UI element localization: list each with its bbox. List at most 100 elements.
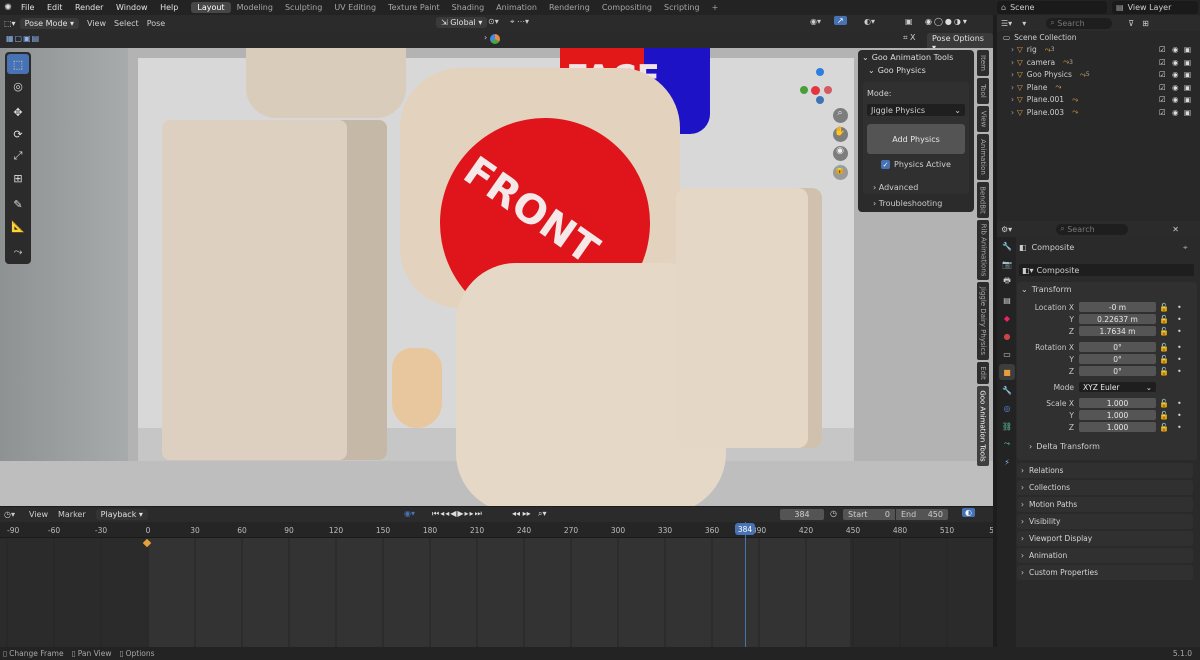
start-frame-field[interactable]: Start 0 bbox=[843, 509, 895, 520]
playback-controls[interactable]: ⏮◂◂◀▶▸▸⏭ bbox=[432, 509, 483, 519]
collection-tab-icon[interactable]: ▭ bbox=[999, 346, 1015, 362]
physics-active-checkbox[interactable]: ✓ Physics Active bbox=[881, 160, 951, 169]
scene-collection-row[interactable]: ▭ Scene Collection bbox=[997, 31, 1200, 44]
property-section[interactable]: › Visibility bbox=[1017, 514, 1193, 529]
select-mode-icons[interactable]: ▦▢▣▤ bbox=[6, 34, 40, 43]
outliner-row[interactable]: › ▽ Plane ⤳ ☑ ◉ ▣ bbox=[997, 81, 1200, 94]
eye-icon[interactable]: ◉ bbox=[1172, 108, 1179, 117]
timeline-editor-icon[interactable]: ◷▾ bbox=[4, 510, 15, 519]
lock-icon[interactable]: 🔓 bbox=[1159, 315, 1169, 324]
pin-icon[interactable]: ⌖ bbox=[1183, 243, 1188, 253]
eye-icon[interactable]: ◉ bbox=[1172, 95, 1179, 104]
lock-icon[interactable]: 🔓 bbox=[1159, 411, 1169, 420]
shading-modes[interactable]: ◉◯●◑▾ bbox=[925, 17, 969, 26]
pin-icon[interactable]: ⌗ X bbox=[903, 33, 916, 43]
menu-help[interactable]: Help bbox=[160, 3, 178, 12]
subpanel-header[interactable]: ⌄ Goo Physics bbox=[858, 64, 974, 77]
cursor-tool[interactable]: ◎ bbox=[7, 76, 29, 96]
gizmo-z-icon[interactable] bbox=[816, 68, 824, 76]
current-frame-field[interactable]: 384 bbox=[780, 509, 824, 520]
outliner-row[interactable]: › ▽ Goo Physics ⤳ 5 ☑ ◉ ▣ bbox=[997, 69, 1200, 82]
rotation-x-field[interactable]: 0° bbox=[1079, 342, 1156, 352]
menu-window[interactable]: Window bbox=[116, 3, 148, 12]
tab-bendbit[interactable]: BendBit bbox=[977, 182, 989, 218]
property-section[interactable]: › Collections bbox=[1017, 480, 1193, 495]
move-tool[interactable]: ✥ bbox=[7, 102, 29, 122]
camera-icon[interactable]: ◉ bbox=[832, 146, 848, 161]
checkbox-icon[interactable]: ☑ bbox=[1159, 95, 1166, 104]
rotation-mode-dropdown[interactable]: XYZ Euler ⌄ bbox=[1079, 382, 1156, 392]
menu-file[interactable]: File bbox=[21, 3, 34, 12]
transform-orientation-selector[interactable]: ⇲ Global ▾ bbox=[436, 17, 488, 28]
tool-tab-icon[interactable]: 🔧 bbox=[999, 238, 1015, 254]
lock-icon[interactable]: 🔓 bbox=[1159, 327, 1169, 336]
lock-icon[interactable]: 🔓 bbox=[1159, 367, 1169, 376]
properties-search-input[interactable]: ⌕ Search bbox=[1056, 223, 1129, 235]
pan-hand-icon[interactable]: ✋ bbox=[832, 127, 848, 142]
scale-z-field[interactable]: 1.000 bbox=[1079, 422, 1156, 432]
advanced-section[interactable]: › Advanced bbox=[873, 183, 918, 192]
modifier-tab-icon[interactable]: 🔧 bbox=[999, 382, 1015, 398]
gizmo-toggle-icon[interactable]: ↗ bbox=[834, 16, 847, 25]
eye-icon[interactable]: ◉ bbox=[1172, 45, 1179, 54]
stopwatch-icon[interactable]: ◷ bbox=[830, 509, 837, 518]
menu-render[interactable]: Render bbox=[75, 3, 103, 12]
lock-icon[interactable]: 🔓 bbox=[1159, 355, 1169, 364]
timeline-menu-view[interactable]: View bbox=[29, 510, 48, 519]
view-layer-tab-icon[interactable]: ▤ bbox=[999, 292, 1015, 308]
scale-tool[interactable]: ⤢ bbox=[7, 146, 29, 166]
playhead-label[interactable]: 384 bbox=[735, 523, 755, 535]
keyframe-dot-icon[interactable]: • bbox=[1177, 411, 1182, 420]
view-options-icon[interactable]: ◐ bbox=[962, 508, 975, 517]
transform-header[interactable]: ⌄ Transform bbox=[1017, 282, 1197, 297]
scene-selector[interactable]: ⌂ Scene bbox=[997, 1, 1107, 14]
gizmo-x-icon[interactable] bbox=[811, 86, 820, 95]
keyframe-jump-icons[interactable]: ◂◂ ▸▸ bbox=[512, 509, 531, 518]
snap-icon[interactable]: ⌖ ⋯▾ bbox=[510, 17, 529, 27]
tab-uv-editing[interactable]: UV Editing bbox=[328, 2, 382, 13]
keyframe-dot-icon[interactable]: • bbox=[1177, 367, 1182, 376]
filter-funnel-icon[interactable]: ⊽ bbox=[1128, 19, 1134, 28]
chevron-right-icon[interactable]: › bbox=[1011, 95, 1014, 104]
properties-editor-icon[interactable]: ⚙▾ bbox=[1001, 225, 1012, 234]
location-z-field[interactable]: 1.7634 m bbox=[1079, 326, 1156, 336]
output-tab-icon[interactable]: 🖶 bbox=[999, 274, 1015, 290]
location-y-field[interactable]: 0.22637 m bbox=[1079, 314, 1156, 324]
tab-compositing[interactable]: Compositing bbox=[596, 2, 658, 13]
troubleshooting-section[interactable]: › Troubleshooting bbox=[873, 199, 942, 208]
object-tab-icon[interactable]: ■ bbox=[999, 364, 1015, 380]
collapse-arrow-icon[interactable]: › bbox=[484, 33, 487, 42]
menu-view[interactable]: View bbox=[87, 19, 106, 28]
chevron-right-icon[interactable]: › bbox=[1011, 108, 1014, 117]
tab-texture-paint[interactable]: Texture Paint bbox=[382, 2, 446, 13]
measure-tool[interactable]: 📐 bbox=[7, 216, 29, 236]
chevron-right-icon[interactable]: › bbox=[1011, 83, 1014, 92]
eye-icon[interactable]: ◉ bbox=[1172, 83, 1179, 92]
camera-render-icon[interactable]: ▣ bbox=[1184, 108, 1191, 117]
gizmo-y-icon[interactable] bbox=[800, 86, 808, 94]
tab-rib-animations[interactable]: Rib Animations bbox=[977, 220, 989, 280]
end-frame-field[interactable]: End 450 bbox=[896, 509, 948, 520]
filter-icon[interactable]: ▾ bbox=[1022, 19, 1026, 28]
render-tab-icon[interactable]: 📷 bbox=[999, 256, 1015, 272]
camera-render-icon[interactable]: ▣ bbox=[1184, 95, 1191, 104]
timeline-menu-playback[interactable]: Playback ▾ bbox=[95, 509, 148, 520]
tab-scripting[interactable]: Scripting bbox=[658, 2, 706, 13]
chevron-right-icon[interactable]: › bbox=[1011, 45, 1014, 54]
checkbox-icon[interactable]: ☑ bbox=[1159, 70, 1166, 79]
xray-icon[interactable]: ▣ bbox=[905, 17, 913, 26]
select-box-tool[interactable]: ⬚ bbox=[7, 54, 29, 74]
tab-view[interactable]: View bbox=[977, 106, 989, 132]
tab-layout[interactable]: Layout bbox=[191, 2, 231, 13]
mode-dropdown[interactable]: Jiggle Physics ⌄ bbox=[867, 104, 965, 116]
tab-rendering[interactable]: Rendering bbox=[543, 2, 596, 13]
eye-icon[interactable]: ◉ bbox=[1172, 58, 1179, 67]
checkbox-icon[interactable]: ☑ bbox=[1159, 108, 1166, 117]
camera-render-icon[interactable]: ▣ bbox=[1184, 58, 1191, 67]
tab-jiggle-dairy-physics[interactable]: Jiggle Dairy Physics bbox=[977, 282, 989, 360]
eye-icon[interactable]: ◉ bbox=[1172, 70, 1179, 79]
new-collection-icon[interactable]: ⊞ bbox=[1142, 19, 1149, 28]
checkbox-icon[interactable]: ☑ bbox=[1159, 45, 1166, 54]
tab-sculpting[interactable]: Sculpting bbox=[279, 2, 328, 13]
location-x-field[interactable]: -0 m bbox=[1079, 302, 1156, 312]
